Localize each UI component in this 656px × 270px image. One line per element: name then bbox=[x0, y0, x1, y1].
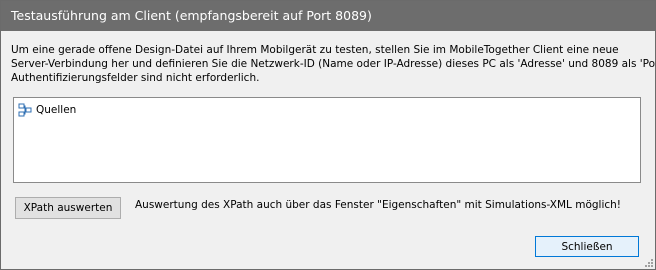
xpath-hint-text: Auswertung des XPath auch über das Fenst… bbox=[135, 199, 622, 211]
sources-tree-icon bbox=[18, 103, 32, 117]
dialog-window: Testausführung am Client (empfangsbereit… bbox=[0, 0, 656, 270]
instructions-text: Um eine gerade offene Design-Datei auf I… bbox=[11, 43, 656, 85]
sources-tree[interactable]: Quellen bbox=[13, 97, 641, 183]
tree-item-quellen[interactable]: Quellen bbox=[18, 103, 76, 117]
resize-grip-icon[interactable] bbox=[643, 257, 653, 267]
tree-item-label: Quellen bbox=[36, 104, 77, 116]
instructions-line: Um eine gerade offene Design-Datei auf I… bbox=[11, 44, 619, 56]
window-title: Testausführung am Client (empfangsbereit… bbox=[1, 1, 655, 31]
instructions-line: Server-Verbindung her und definieren Sie… bbox=[11, 58, 656, 70]
close-button[interactable]: Schließen bbox=[535, 236, 639, 257]
evaluate-xpath-button[interactable]: XPath auswerten bbox=[15, 197, 121, 219]
instructions-line: Authentifizierungsfelder sind nicht erfo… bbox=[11, 72, 260, 84]
